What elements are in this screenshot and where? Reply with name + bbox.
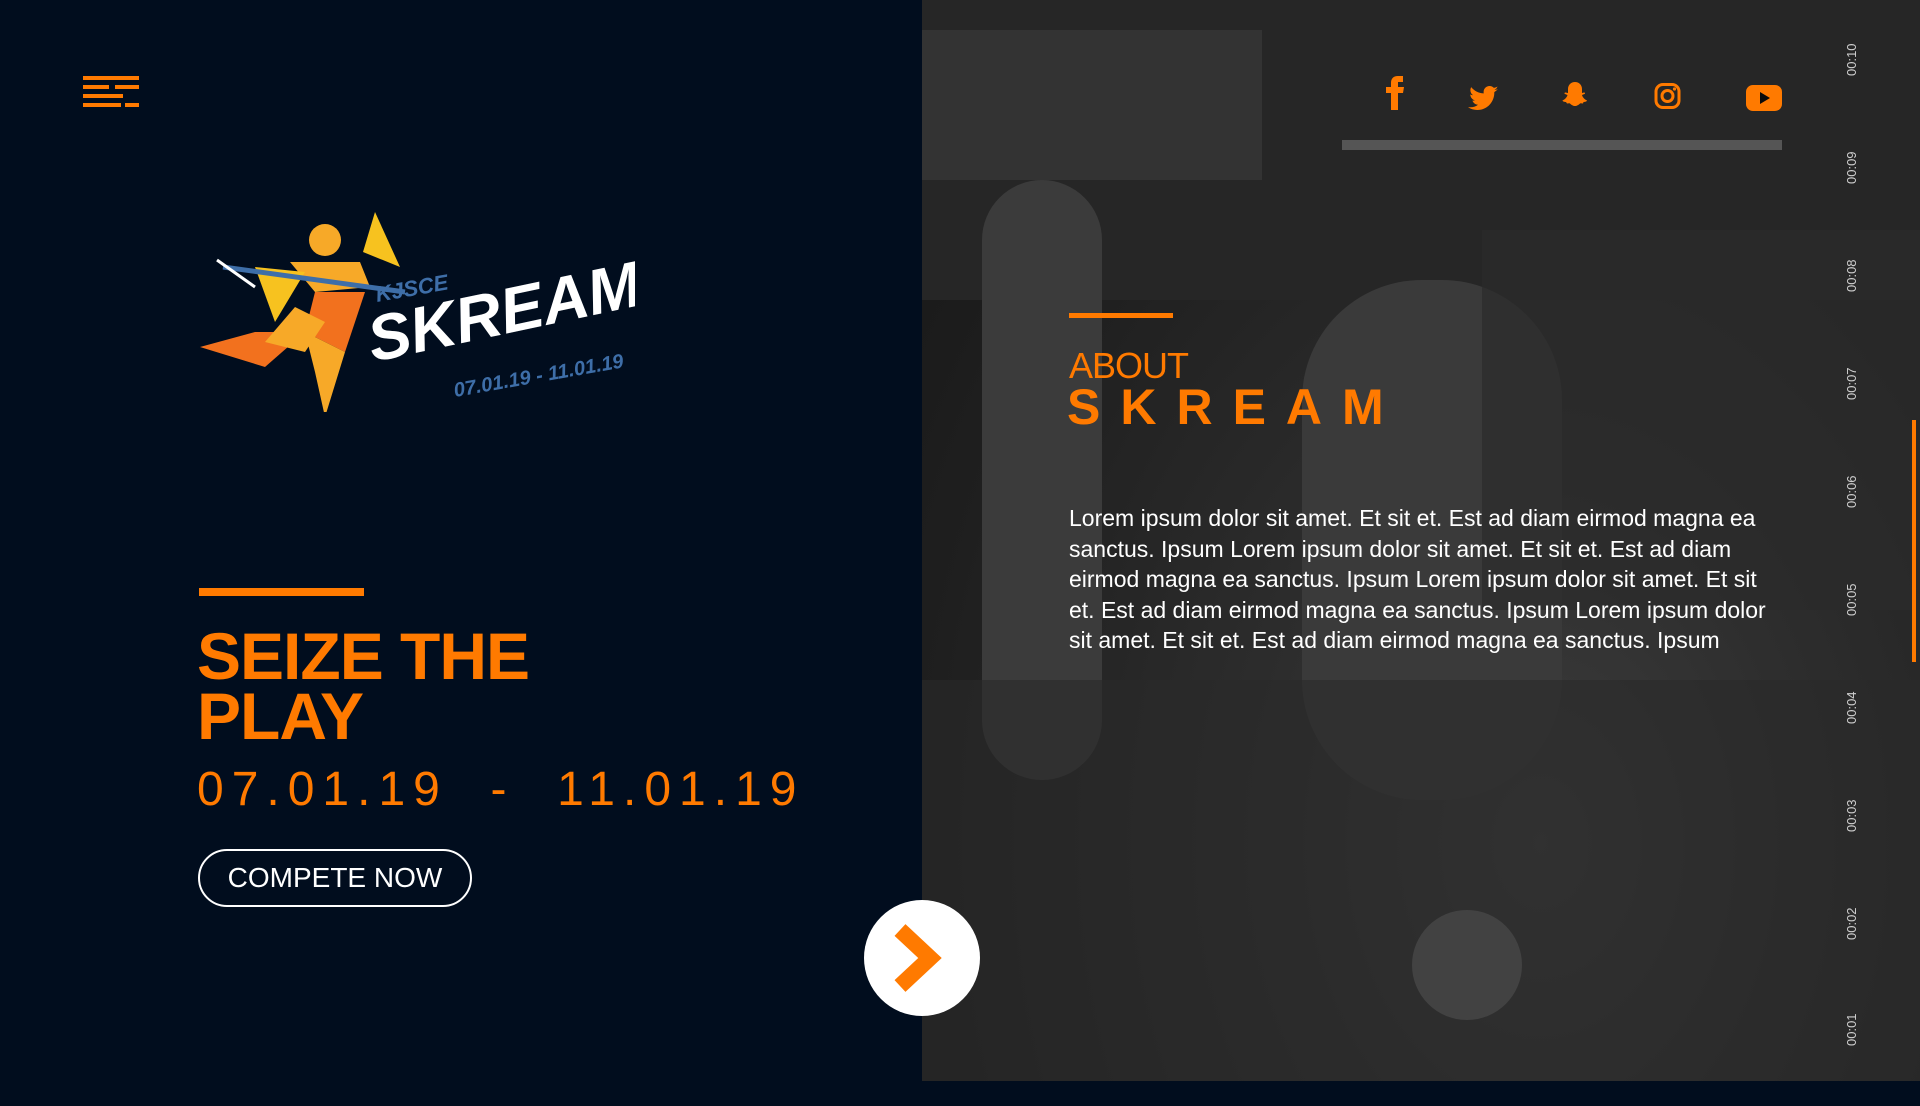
timeline-progress-indicator <box>1912 420 1916 662</box>
instagram-icon[interactable] <box>1654 79 1681 113</box>
timeline-label[interactable]: 00:05 <box>1844 556 1859 616</box>
left-panel: KJSCE SKREAM 07.01.19 - 11.01.19 SEIZE T… <box>0 0 922 1081</box>
timeline-label[interactable]: 00:03 <box>1844 772 1859 832</box>
snapchat-icon[interactable] <box>1561 78 1589 112</box>
timeline-label[interactable]: 00:02 <box>1844 880 1859 940</box>
timeline-label[interactable]: 00:06 <box>1844 448 1859 508</box>
timeline-label[interactable]: 00:04 <box>1844 664 1859 724</box>
timeline-label[interactable]: 00:10 <box>1844 16 1859 76</box>
compete-now-button[interactable]: COMPETE NOW <box>198 849 472 907</box>
facebook-icon[interactable] <box>1386 76 1404 110</box>
chevron-right-icon <box>894 924 942 992</box>
hamburger-menu-icon[interactable] <box>83 76 139 108</box>
event-dates: 07.01.19 - 11.01.19 <box>197 763 805 816</box>
headline-line-1: SEIZE THE <box>197 619 530 693</box>
timeline-label[interactable]: 00:09 <box>1844 124 1859 184</box>
about-body-text: Lorem ipsum dolor sit amet. Et sit et. E… <box>1069 505 1766 653</box>
timeline-label[interactable]: 00:07 <box>1844 340 1859 400</box>
headline-line-2: PLAY <box>197 679 364 753</box>
hero-headline: SEIZE THE PLAY <box>197 619 617 753</box>
logo-dates: 07.01.19 - 11.01.19 <box>452 350 626 402</box>
twitter-icon[interactable] <box>1468 81 1498 115</box>
timeline-label[interactable]: 00:01 <box>1844 986 1859 1046</box>
about-accent-line <box>1069 313 1173 318</box>
timeline-label[interactable]: 00:08 <box>1844 232 1859 292</box>
next-section-button[interactable] <box>864 900 980 1016</box>
about-title: SKREAM <box>1067 379 1404 435</box>
headline-accent-line <box>199 588 364 596</box>
youtube-icon[interactable] <box>1746 81 1782 115</box>
skream-logo: KJSCE SKREAM 07.01.19 - 11.01.19 <box>200 212 635 412</box>
timeline-tick: 00:01 <box>1830 1013 1870 1106</box>
timeline: 00:10 00:09 00:08 00:07 00:06 00:05 00:0… <box>1830 0 1870 1081</box>
